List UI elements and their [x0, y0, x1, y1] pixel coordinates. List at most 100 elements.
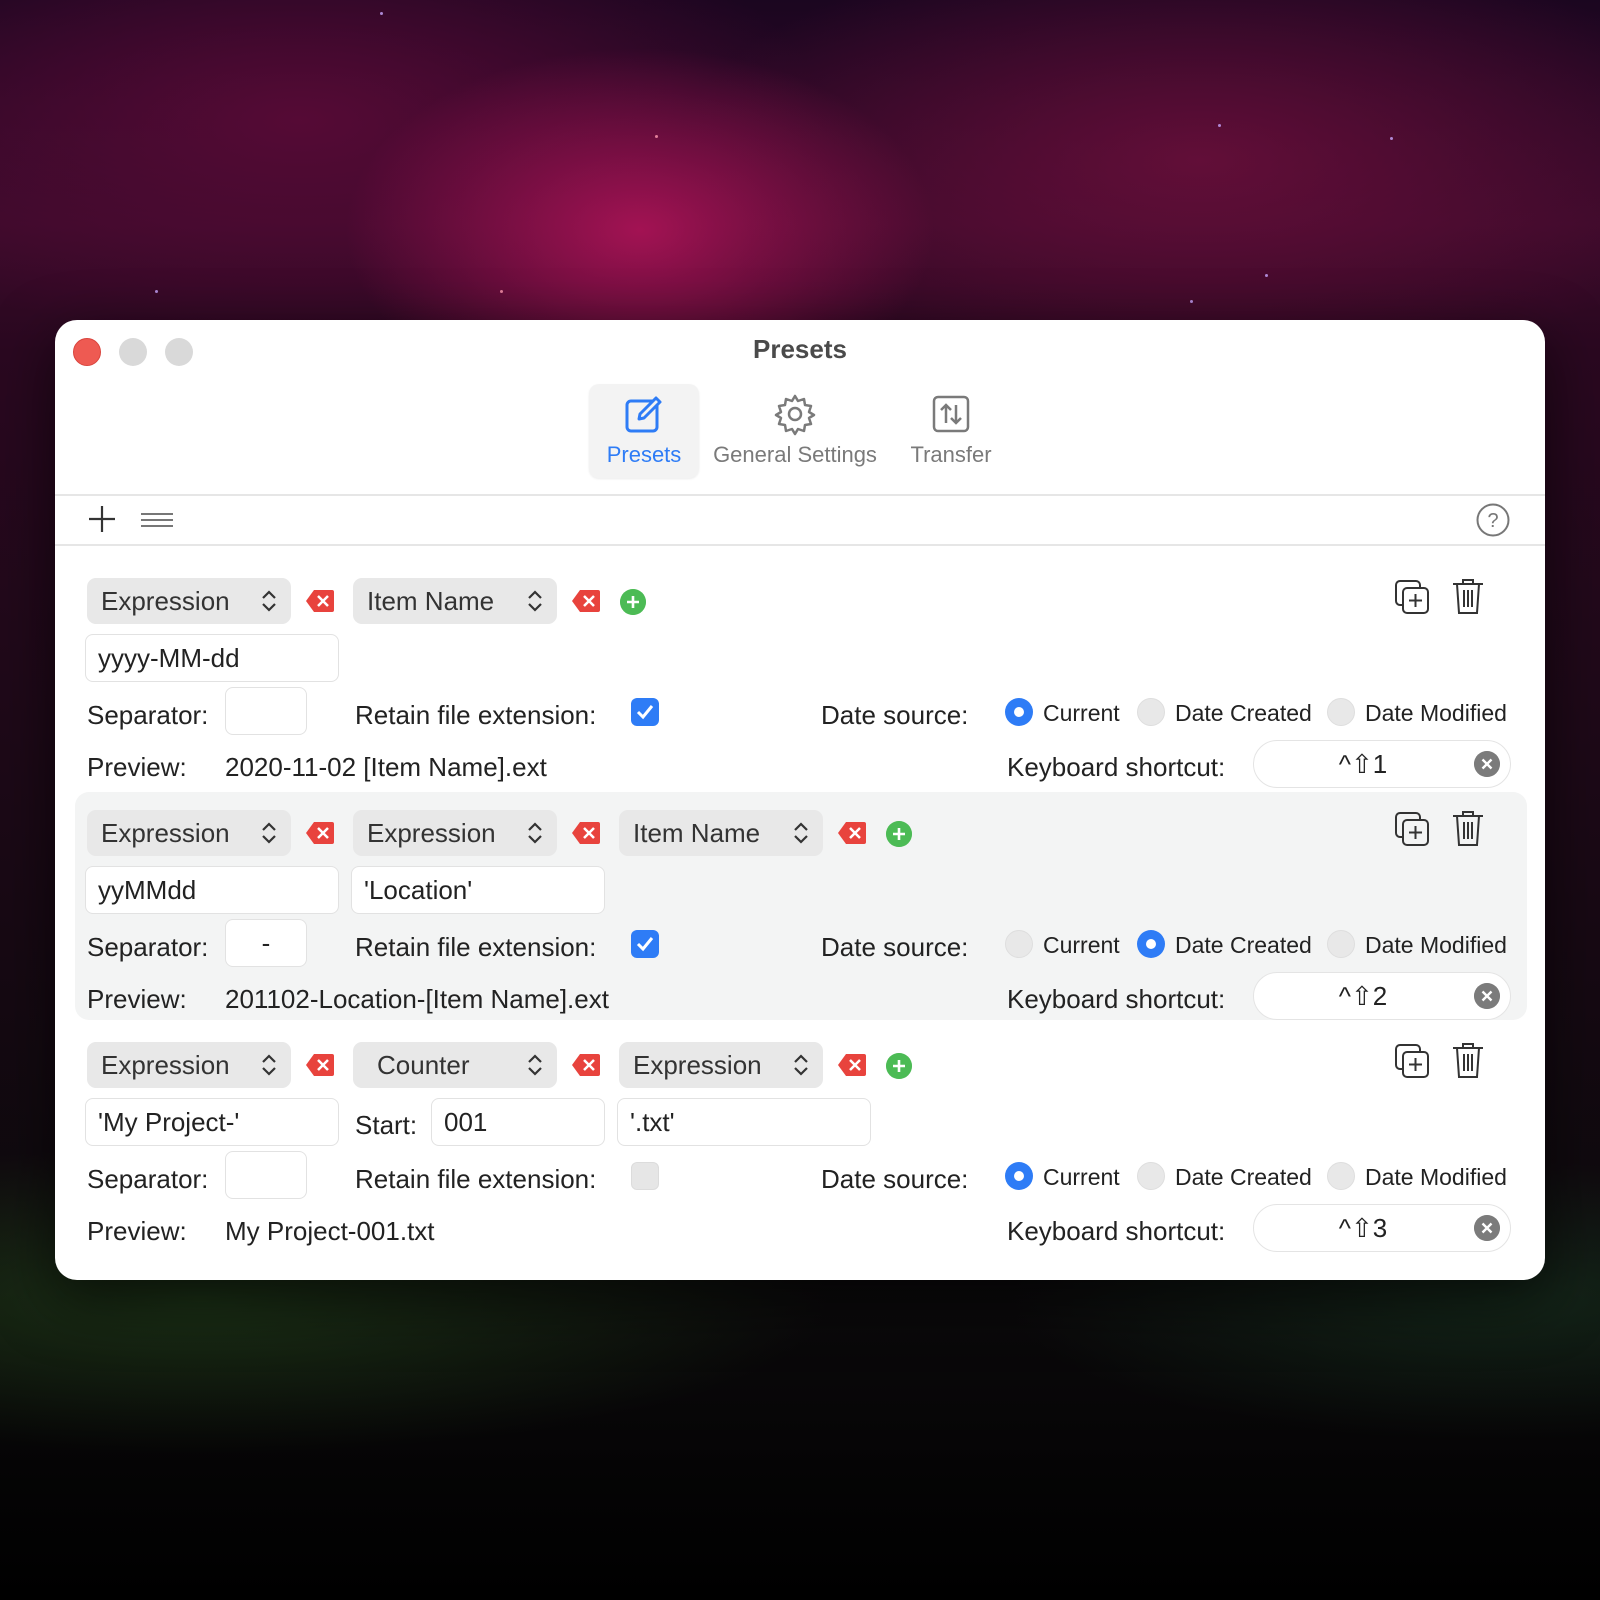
token-select-label: Item Name — [367, 586, 495, 616]
clear-shortcut-icon[interactable] — [1474, 1215, 1500, 1241]
preset-row-3: Expression Counter Expression 'My Projec… — [75, 1024, 1527, 1252]
date-source-current-radio[interactable] — [1005, 1162, 1033, 1190]
date-source-created-label: Date Created — [1175, 932, 1312, 958]
duplicate-icon[interactable] — [1393, 810, 1431, 848]
expression-field[interactable]: 'My Project-' — [85, 1098, 339, 1146]
preview-value: 2020-11-02 [Item Name].ext — [225, 752, 547, 782]
preset-row-2: Expression Expression Item Name yyMMdd '… — [75, 792, 1527, 1020]
trash-icon[interactable] — [1451, 808, 1485, 848]
tab-transfer[interactable]: Transfer — [891, 384, 1011, 478]
keyboard-shortcut-label: Keyboard shortcut: — [1007, 1216, 1226, 1246]
clear-shortcut-icon[interactable] — [1474, 751, 1500, 777]
counter-start-field[interactable]: 001 — [431, 1098, 605, 1146]
trash-icon[interactable] — [1451, 576, 1485, 616]
help-icon[interactable]: ? — [1475, 502, 1511, 538]
window-title: Presets — [753, 334, 847, 364]
svg-text:?: ? — [1487, 510, 1498, 532]
transfer-icon — [932, 395, 970, 433]
preview-label: Preview: — [87, 984, 187, 1014]
tab-presets-label: Presets — [606, 442, 682, 467]
date-source-current-label: Current — [1043, 1164, 1120, 1190]
trash-icon[interactable] — [1451, 1040, 1485, 1080]
tab-general-settings-label: General Settings — [713, 442, 877, 467]
date-source-current-radio[interactable] — [1005, 930, 1033, 958]
chevron-updown-icon — [262, 590, 276, 612]
add-token-icon[interactable] — [886, 821, 912, 847]
token-select[interactable]: Expression — [87, 578, 291, 624]
date-source-current-radio[interactable] — [1005, 698, 1033, 726]
duplicate-icon[interactable] — [1393, 578, 1431, 616]
token-select[interactable]: Expression — [353, 810, 557, 856]
separator-label: Separator: — [87, 1164, 209, 1194]
token-select[interactable]: Expression — [87, 810, 291, 856]
keyboard-shortcut-recorder[interactable]: ^⇧2 — [1253, 972, 1511, 1020]
date-source-current-label: Current — [1043, 932, 1120, 958]
separator-field[interactable] — [225, 687, 307, 735]
separator-label: Separator: — [87, 700, 209, 730]
keyboard-shortcut-recorder[interactable]: ^⇧3 — [1253, 1204, 1511, 1252]
delete-token-icon[interactable] — [305, 821, 335, 845]
delete-token-icon[interactable] — [305, 589, 335, 613]
token-select-label: Counter — [377, 1050, 470, 1080]
edit-icon — [625, 396, 662, 433]
chevron-updown-icon — [528, 590, 542, 612]
token-select[interactable]: Item Name — [353, 578, 557, 624]
token-select[interactable]: Expression — [87, 1042, 291, 1088]
date-source-label: Date source: — [821, 932, 969, 962]
date-source-created-radio[interactable] — [1137, 930, 1165, 958]
date-source-modified-radio[interactable] — [1327, 698, 1355, 726]
date-source-label: Date source: — [821, 700, 969, 730]
counter-start-label: Start: — [355, 1110, 418, 1140]
plus-icon[interactable] — [87, 504, 117, 534]
date-source-created-label: Date Created — [1175, 1164, 1312, 1190]
delete-token-icon[interactable] — [571, 1053, 601, 1077]
date-source-modified-label: Date Modified — [1365, 1164, 1507, 1190]
token-select[interactable]: Counter — [353, 1042, 557, 1088]
add-token-icon[interactable] — [620, 589, 646, 615]
token-select[interactable]: Item Name — [619, 810, 823, 856]
separator-field[interactable] — [225, 1151, 307, 1199]
expression-field[interactable]: yyMMdd — [85, 866, 339, 914]
chevron-updown-icon — [794, 1054, 808, 1076]
retain-extension-checkbox[interactable] — [631, 930, 659, 958]
retain-extension-label: Retain file extension: — [355, 932, 597, 962]
retain-extension-label: Retain file extension: — [355, 1164, 597, 1194]
retain-extension-label: Retain file extension: — [355, 700, 597, 730]
expression-field[interactable]: yyyy-MM-dd — [85, 634, 339, 682]
date-source-label: Date source: — [821, 1164, 969, 1194]
preview-label: Preview: — [87, 1216, 187, 1246]
settings-tabs: Presets General Settings Transfer — [55, 384, 1545, 484]
keyboard-shortcut-recorder[interactable]: ^⇧1 — [1253, 740, 1511, 788]
add-token-icon[interactable] — [886, 1053, 912, 1079]
expression-field[interactable]: 'Location' — [351, 866, 605, 914]
clear-shortcut-icon[interactable] — [1474, 983, 1500, 1009]
token-select[interactable]: Expression — [619, 1042, 823, 1088]
chevron-updown-icon — [262, 822, 276, 844]
delete-token-icon[interactable] — [837, 821, 867, 845]
delete-token-icon[interactable] — [837, 1053, 867, 1077]
date-source-created-radio[interactable] — [1137, 1162, 1165, 1190]
hamburger-icon[interactable] — [139, 508, 175, 532]
toolbar-divider-bottom — [55, 544, 1545, 546]
checkmark-icon — [636, 705, 654, 720]
expression-field[interactable]: '.txt' — [617, 1098, 871, 1146]
date-source-modified-radio[interactable] — [1327, 930, 1355, 958]
date-source-modified-radio[interactable] — [1327, 1162, 1355, 1190]
delete-token-icon[interactable] — [571, 589, 601, 613]
delete-token-icon[interactable] — [571, 821, 601, 845]
tab-transfer-label: Transfer — [910, 442, 992, 467]
chevron-updown-icon — [528, 822, 542, 844]
date-source-modified-label: Date Modified — [1365, 700, 1507, 726]
delete-token-icon[interactable] — [305, 1053, 335, 1077]
tab-general-settings[interactable]: General Settings — [705, 384, 885, 478]
token-select-label: Expression — [633, 1050, 762, 1080]
retain-extension-checkbox[interactable] — [631, 1162, 659, 1190]
preview-value: 201102-Location-[Item Name].ext — [225, 984, 609, 1014]
duplicate-icon[interactable] — [1393, 1042, 1431, 1080]
keyboard-shortcut-label: Keyboard shortcut: — [1007, 752, 1226, 782]
separator-field[interactable]: - — [225, 919, 307, 967]
retain-extension-checkbox[interactable] — [631, 698, 659, 726]
tab-presets[interactable]: Presets — [589, 384, 699, 478]
date-source-created-radio[interactable] — [1137, 698, 1165, 726]
chevron-updown-icon — [794, 822, 808, 844]
